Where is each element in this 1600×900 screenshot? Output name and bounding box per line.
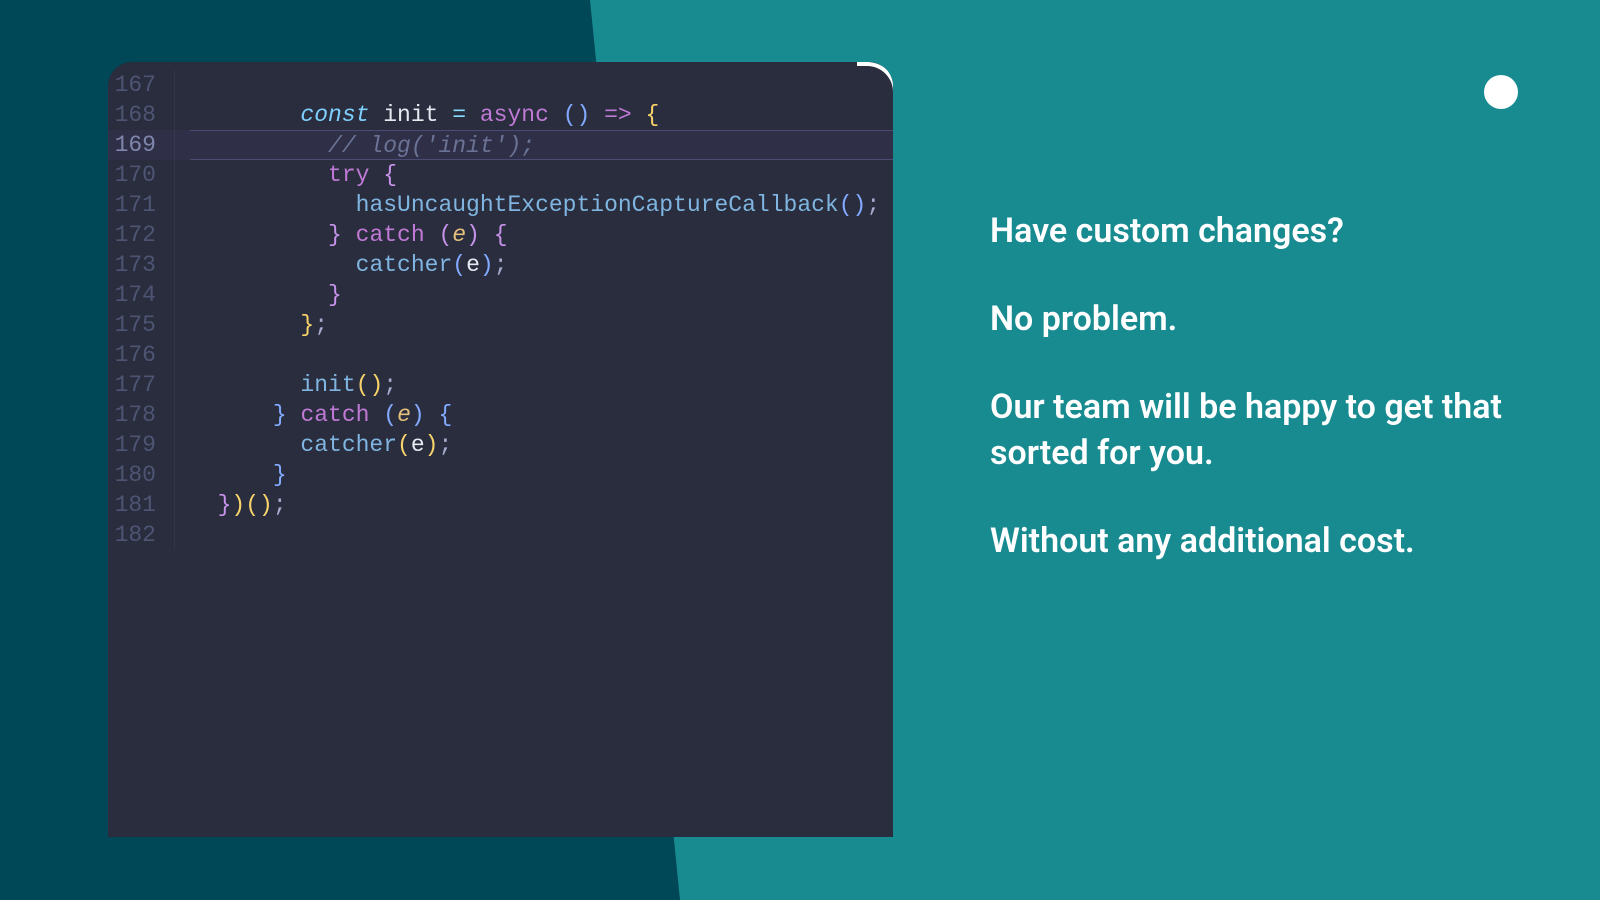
fold-gutter — [174, 520, 190, 550]
code-line[interactable]: 174 } — [108, 280, 893, 310]
code-content[interactable]: } — [190, 460, 893, 490]
code-editor-panel: 167 168 const init = async () => {169 //… — [108, 62, 893, 837]
code-content[interactable]: }; — [190, 310, 893, 340]
code-line[interactable]: 181 })(); — [108, 490, 893, 520]
marketing-copy: Have custom changes? No problem. Our tea… — [990, 208, 1510, 606]
line-number: 174 — [108, 280, 174, 310]
line-number: 178 — [108, 400, 174, 430]
code-content[interactable]: catcher(e); — [190, 430, 893, 460]
code-line[interactable]: 182 — [108, 520, 893, 550]
code-line[interactable]: 172 } catch (e) { — [108, 220, 893, 250]
code-line[interactable]: 173 catcher(e); — [108, 250, 893, 280]
fold-gutter — [174, 460, 190, 490]
code-content[interactable]: catcher(e); — [190, 250, 893, 280]
copy-line-1: Have custom changes? — [990, 208, 1510, 254]
code-line[interactable]: 177 init(); — [108, 370, 893, 400]
fold-gutter — [174, 370, 190, 400]
line-number: 175 — [108, 310, 174, 340]
line-number: 176 — [108, 340, 174, 370]
fold-gutter — [174, 130, 190, 160]
fold-gutter — [174, 220, 190, 250]
code-line[interactable]: 170 try { — [108, 160, 893, 190]
code-content[interactable]: hasUncaughtExceptionCaptureCallback(); — [190, 190, 893, 220]
code-content[interactable]: } catch (e) { — [190, 220, 893, 250]
line-number: 169 — [108, 130, 174, 160]
copy-line-3: Our team will be happy to get that sorte… — [990, 384, 1510, 476]
line-number: 182 — [108, 520, 174, 550]
line-number: 167 — [108, 70, 174, 100]
code-line[interactable]: 169 // log('init'); — [108, 130, 893, 160]
code-content[interactable]: const init = async () => { — [190, 100, 893, 130]
code-line[interactable]: 176 — [108, 340, 893, 370]
code-area[interactable]: 167 168 const init = async () => {169 //… — [108, 62, 893, 550]
line-number: 171 — [108, 190, 174, 220]
fold-gutter — [174, 70, 190, 100]
code-line[interactable]: 180 } — [108, 460, 893, 490]
code-content[interactable]: })(); — [190, 490, 893, 520]
code-content[interactable] — [190, 340, 893, 370]
code-content[interactable]: // log('init'); — [190, 130, 893, 160]
code-line[interactable]: 171 hasUncaughtExceptionCaptureCallback(… — [108, 190, 893, 220]
code-content[interactable] — [190, 520, 893, 550]
code-content[interactable]: } — [190, 280, 893, 310]
copy-line-2: No problem. — [990, 296, 1510, 342]
line-number: 173 — [108, 250, 174, 280]
code-line[interactable]: 178 } catch (e) { — [108, 400, 893, 430]
fold-gutter — [174, 280, 190, 310]
code-content[interactable]: init(); — [190, 370, 893, 400]
code-line[interactable]: 168 const init = async () => { — [108, 100, 893, 130]
fold-gutter — [174, 340, 190, 370]
code-line[interactable]: 167 — [108, 70, 893, 100]
fold-gutter — [174, 490, 190, 520]
line-number: 172 — [108, 220, 174, 250]
fold-gutter — [174, 400, 190, 430]
fold-gutter — [174, 190, 190, 220]
copy-line-4: Without any additional cost. — [990, 518, 1510, 564]
line-number: 179 — [108, 430, 174, 460]
fold-gutter — [174, 100, 190, 130]
code-content[interactable]: } catch (e) { — [190, 400, 893, 430]
line-number: 177 — [108, 370, 174, 400]
fold-gutter — [174, 310, 190, 340]
decorative-dot-icon — [1484, 75, 1518, 109]
fold-gutter — [174, 250, 190, 280]
line-number: 180 — [108, 460, 174, 490]
line-number: 170 — [108, 160, 174, 190]
fold-gutter — [174, 160, 190, 190]
code-content[interactable] — [190, 70, 893, 100]
code-content[interactable]: try { — [190, 160, 893, 190]
line-number: 181 — [108, 490, 174, 520]
line-number: 168 — [108, 100, 174, 130]
fold-gutter — [174, 430, 190, 460]
code-line[interactable]: 175 }; — [108, 310, 893, 340]
code-line[interactable]: 179 catcher(e); — [108, 430, 893, 460]
